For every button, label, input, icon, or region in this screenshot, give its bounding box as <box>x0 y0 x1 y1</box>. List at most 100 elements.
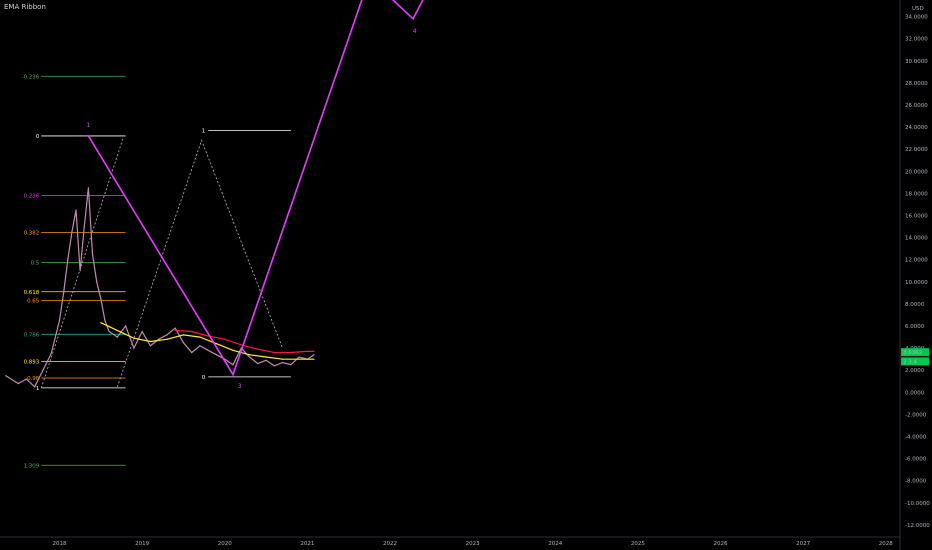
x-tick-label: 2027 <box>796 541 810 547</box>
series-point <box>166 338 168 340</box>
price-tag-label: 3.6362 <box>903 350 922 356</box>
y-tick-label: 2.0000 <box>905 368 925 374</box>
y-tick-label: 16.0000 <box>905 214 928 220</box>
series-point <box>25 378 28 380</box>
y-tick-label: 8.0000 <box>905 302 925 308</box>
series-point <box>100 297 102 299</box>
y-tick-label: 26.0000 <box>905 103 928 109</box>
series-point <box>298 356 300 358</box>
fib-level-label: 0.65 <box>27 299 40 305</box>
y-tick-label: -12.0000 <box>905 523 930 529</box>
y-tick-label: 28.0000 <box>905 81 928 87</box>
x-tick-label: 2020 <box>218 541 232 547</box>
series-point <box>290 351 292 354</box>
wave-label: 4 <box>413 28 417 35</box>
series-point <box>273 365 275 367</box>
series-point <box>63 292 65 294</box>
fib-level-label: -0.236 <box>22 74 40 80</box>
fib-level-label: 0.786 <box>24 332 40 338</box>
y-tick-label: 22.0000 <box>905 147 928 153</box>
series-point <box>104 319 106 322</box>
series-point <box>232 349 234 351</box>
series-point <box>166 334 168 336</box>
y-tick-label: -6.0000 <box>905 457 927 463</box>
series-point <box>191 330 193 333</box>
indicator-label[interactable]: EMA Ribbon <box>4 3 46 11</box>
series-point <box>108 330 110 333</box>
price-chart[interactable]: -0.236 0 0.236 0.382 0.5 0.618 0.65 0.786 0.893 0… <box>0 0 932 550</box>
series-point <box>42 369 44 371</box>
series-point <box>83 225 85 228</box>
y-tick-label: 14.0000 <box>905 236 928 242</box>
series-point <box>141 330 143 333</box>
series-point <box>116 336 118 338</box>
fib-level-label: 0.5 <box>31 260 40 266</box>
series-point <box>281 361 284 364</box>
series-point <box>298 358 300 360</box>
series-point <box>290 364 292 366</box>
x-tick-label: 2023 <box>466 541 480 547</box>
series-point <box>79 270 81 272</box>
fib-level-label: 1 <box>36 386 40 392</box>
series-point <box>71 231 73 233</box>
series-point <box>67 259 69 261</box>
x-tick-label: 2019 <box>135 541 149 547</box>
series-point <box>257 348 259 350</box>
y-tick-label: 10.0000 <box>905 280 928 286</box>
series-point <box>224 338 226 340</box>
series-point <box>58 319 61 322</box>
x-tick-label: 2025 <box>631 541 645 547</box>
y-tick-label: 24.0000 <box>905 125 928 131</box>
series-point <box>265 359 267 361</box>
series-point <box>96 281 98 283</box>
y-tick-label: -8.0000 <box>905 479 927 485</box>
series-point <box>240 344 242 346</box>
series-point <box>265 356 267 358</box>
series-point <box>191 351 193 354</box>
currency-label: USD <box>912 6 924 12</box>
price-tag-label: 2.3.4 <box>903 359 917 365</box>
x-tick-label: 2021 <box>300 541 314 547</box>
series-point <box>207 349 209 351</box>
series-point <box>199 345 201 347</box>
series-point <box>182 341 185 344</box>
series-point <box>5 375 7 377</box>
fib-level-label: 0.236 <box>24 194 40 200</box>
y-tick-label: -4.0000 <box>905 435 927 441</box>
series-point <box>116 329 118 332</box>
x-tick-label: 2028 <box>879 541 893 547</box>
wave-label: 3 <box>238 383 242 390</box>
series-point <box>100 322 102 324</box>
y-tick-label: 34.0000 <box>905 15 928 21</box>
series-point <box>273 351 275 354</box>
fib-level-label: 0.618 <box>24 290 40 296</box>
y-tick-label: 18.0000 <box>905 191 928 197</box>
series-point <box>174 329 176 332</box>
series-point <box>199 336 201 338</box>
y-tick-label: 20.0000 <box>905 169 928 175</box>
series-point <box>75 209 77 211</box>
y-tick-label: -10.0000 <box>905 501 930 507</box>
fib-level-label: 0 <box>36 134 40 140</box>
series-point <box>248 356 251 358</box>
series-point <box>87 187 90 189</box>
wave-label: 1 <box>86 122 90 129</box>
x-tick-label: 2024 <box>548 541 562 547</box>
series-point <box>17 382 19 385</box>
small-fib-label: 0 <box>202 375 206 381</box>
y-tick-label: 6.0000 <box>905 324 925 330</box>
series-point <box>248 354 251 356</box>
series-point <box>232 364 234 366</box>
series-point <box>215 343 218 345</box>
series-point <box>124 325 127 327</box>
series-point <box>50 353 52 355</box>
y-tick-label: 32.0000 <box>905 37 928 43</box>
series-point <box>34 386 36 388</box>
series-point <box>149 340 151 343</box>
y-tick-label: -2.0000 <box>905 412 927 418</box>
series-point <box>257 362 259 365</box>
chart-background <box>0 0 932 550</box>
series-point <box>149 345 151 347</box>
small-fib-label: 1 <box>202 128 206 134</box>
series-point <box>215 354 218 356</box>
